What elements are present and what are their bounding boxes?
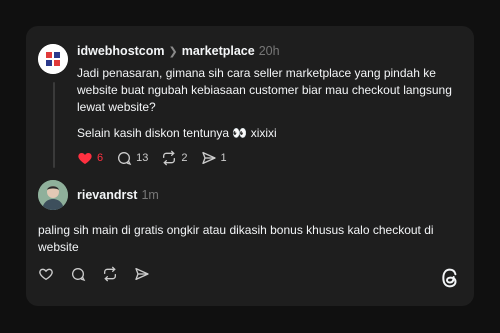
share-button[interactable] xyxy=(134,266,150,282)
share-icon xyxy=(201,150,217,166)
threads-logo-icon[interactable] xyxy=(440,267,460,294)
chevron-right-icon: ❯ xyxy=(168,46,178,58)
share-button[interactable]: 1 xyxy=(201,150,227,166)
repost-icon xyxy=(102,266,118,282)
thread-card: idwebhostcom ❯ marketplace 20h Jadi penasar… xyxy=(26,26,474,306)
post-body: Jadi penasaran, gimana sih cara seller m… xyxy=(77,65,467,142)
like-count: 6 xyxy=(97,152,104,164)
comment-icon xyxy=(70,266,86,282)
avatar[interactable] xyxy=(38,180,68,210)
heart-icon xyxy=(38,266,54,282)
reply-time: 1m xyxy=(141,188,159,202)
reply-username[interactable]: rievandrst xyxy=(77,188,137,202)
comment-icon xyxy=(116,150,132,166)
reply-header: rievandrst 1m xyxy=(77,188,159,202)
like-button[interactable] xyxy=(38,266,54,282)
repost-icon xyxy=(161,150,177,166)
post-header: idwebhostcom ❯ marketplace 20h xyxy=(77,44,280,58)
share-count: 1 xyxy=(220,152,227,164)
post-actions: 6 13 2 1 xyxy=(77,150,240,166)
repost-button[interactable]: 2 xyxy=(161,150,188,166)
repost-count: 2 xyxy=(181,152,188,164)
post-community[interactable]: marketplace xyxy=(182,44,255,58)
thread-line xyxy=(53,82,55,168)
comment-button[interactable]: 13 xyxy=(116,150,148,166)
avatar[interactable] xyxy=(38,44,68,74)
share-icon xyxy=(134,266,150,282)
reply-count: 13 xyxy=(136,152,149,164)
comment-button[interactable] xyxy=(70,266,86,282)
repost-button[interactable] xyxy=(102,266,118,282)
post-username[interactable]: idwebhostcom xyxy=(77,44,165,58)
like-button[interactable]: 6 xyxy=(77,150,103,166)
post-paragraph: Selain kasih diskon tentunya 👀 xixixi xyxy=(77,126,277,140)
heart-icon xyxy=(77,150,93,166)
reply-text: paling sih main di gratis ongkir atau di… xyxy=(38,223,434,254)
post-paragraph: Jadi penasaran, gimana sih cara seller m… xyxy=(77,66,452,114)
post-time: 20h xyxy=(258,44,280,58)
reply-actions xyxy=(38,266,166,282)
